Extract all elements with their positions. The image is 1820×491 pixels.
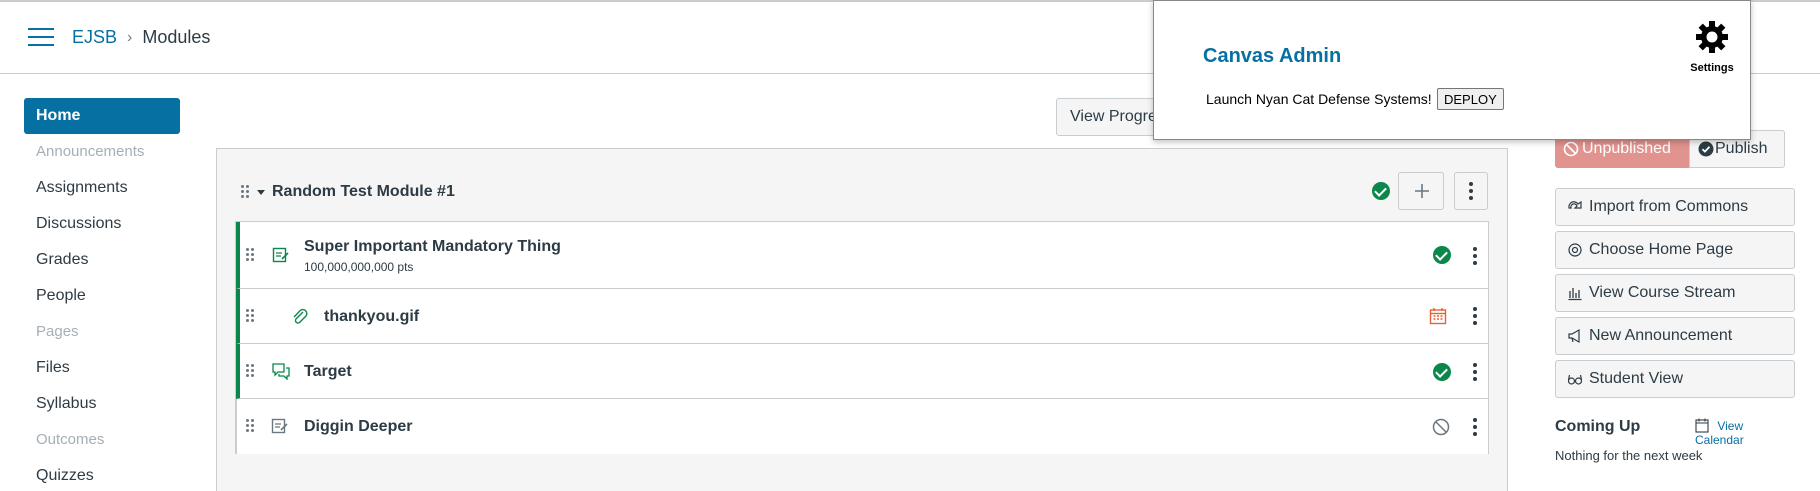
popup-text: Launch Nyan Cat Defense Systems! [1206,91,1432,107]
module-item-title[interactable]: Super Important Mandatory Thing [304,238,561,256]
module-item-row: Super Important Mandatory Thing 100,000,… [236,222,1488,289]
student-view-label: Student View [1589,370,1683,387]
discussion-icon [272,363,290,380]
new-announcement-label: New Announcement [1589,327,1733,344]
drag-handle-icon[interactable] [246,309,256,323]
calendar-icon [1695,418,1709,433]
import-from-commons-button[interactable]: Import from Commons [1555,188,1795,226]
item-options-kebab-icon[interactable] [1473,247,1477,265]
nav-item-syllabus[interactable]: Syllabus [24,386,180,422]
student-view-button[interactable]: Student View [1555,360,1795,398]
publish-label: Publish [1715,140,1768,157]
drag-handle-icon[interactable] [241,185,251,199]
module-options-button[interactable] [1454,172,1488,210]
kebab-icon [1469,182,1473,200]
choose-home-page-label: Choose Home Page [1589,241,1734,258]
nav-item-files[interactable]: Files [24,350,180,386]
add-item-button[interactable] [1398,172,1444,210]
settings-button[interactable]: Settings [1687,19,1737,74]
popup-title: Canvas Admin [1203,45,1342,67]
unpublished-icon [1563,141,1579,157]
published-check-icon[interactable] [1433,363,1451,381]
nav-item-quizzes[interactable]: Quizzes [24,458,180,491]
megaphone-icon [1568,328,1580,344]
import-from-commons-label: Import from Commons [1589,198,1749,215]
nav-item-assignments[interactable]: Assignments [24,170,180,206]
new-announcement-button[interactable]: New Announcement [1555,317,1795,355]
collapse-caret-icon[interactable] [257,190,265,195]
module-title[interactable]: Random Test Module #1 [272,183,455,201]
unpublished-icon[interactable] [1432,418,1450,436]
gear-icon [1696,21,1728,53]
canvas-admin-popup: Canvas Admin Launch Nyan Cat Defense Sys… [1153,0,1751,140]
view-course-stream-button[interactable]: View Course Stream [1555,274,1795,312]
nav-item-outcomes[interactable]: Outcomes [24,422,180,458]
breadcrumb-course-link[interactable]: EJSB [72,27,117,48]
breadcrumb-current: Modules [142,27,211,47]
module-item-row: thankyou.gif [236,289,1488,344]
nav-item-grades[interactable]: Grades [24,242,180,278]
published-check-icon[interactable] [1372,182,1390,200]
coming-up-heading: Coming Up [1555,418,1641,435]
attachment-icon [293,308,308,324]
deploy-button[interactable]: DEPLOY [1437,88,1504,110]
module-item-row: Target [236,344,1488,399]
target-icon [1568,243,1582,257]
module-header: Random Test Module #1 [217,149,1507,221]
module-item-title[interactable]: Target [304,363,352,381]
module-items: Super Important Mandatory Thing 100,000,… [235,221,1489,454]
hamburger-menu-icon[interactable] [28,28,54,48]
view-course-stream-label: View Course Stream [1589,284,1736,301]
drag-handle-icon[interactable] [246,364,256,378]
item-options-kebab-icon[interactable] [1473,418,1477,436]
breadcrumb-separator-icon: › [127,28,133,46]
module-container: Random Test Module #1 Super Important Ma… [216,148,1508,491]
course-nav: Home Announcements Assignments Discussio… [24,98,180,491]
module-item-title[interactable]: thankyou.gif [324,308,419,326]
stats-icon [1568,288,1582,301]
module-item-title[interactable]: Diggin Deeper [304,418,412,436]
nav-item-pages[interactable]: Pages [24,314,180,350]
nav-item-people[interactable]: People [24,278,180,314]
commons-icon [1568,200,1582,209]
breadcrumb: EJSB › Modules [72,27,210,48]
item-options-kebab-icon[interactable] [1473,307,1477,325]
glasses-icon [1567,374,1583,385]
plus-icon [1415,184,1429,198]
assignment-icon [272,247,289,263]
unpublished-label: Unpublished [1582,140,1671,157]
choose-home-page-button[interactable]: Choose Home Page [1555,231,1795,269]
drag-handle-icon[interactable] [246,419,256,433]
nav-item-discussions[interactable]: Discussions [24,206,180,242]
assignment-icon [271,418,288,434]
drag-handle-icon[interactable] [246,248,256,262]
item-options-kebab-icon[interactable] [1473,363,1477,381]
settings-label: Settings [1690,62,1734,74]
view-calendar-link[interactable]: View Calendar [1695,418,1795,447]
nav-item-announcements[interactable]: Announcements [24,134,180,170]
module-item-row: Diggin Deeper [236,399,1488,454]
nav-item-home[interactable]: Home [24,98,180,134]
calendar-due-icon[interactable] [1429,307,1447,325]
module-item-points: 100,000,000,000 pts [304,260,414,274]
published-check-icon[interactable] [1433,246,1451,264]
coming-up-empty-text: Nothing for the next week [1555,448,1703,463]
check-circle-icon [1698,141,1714,157]
